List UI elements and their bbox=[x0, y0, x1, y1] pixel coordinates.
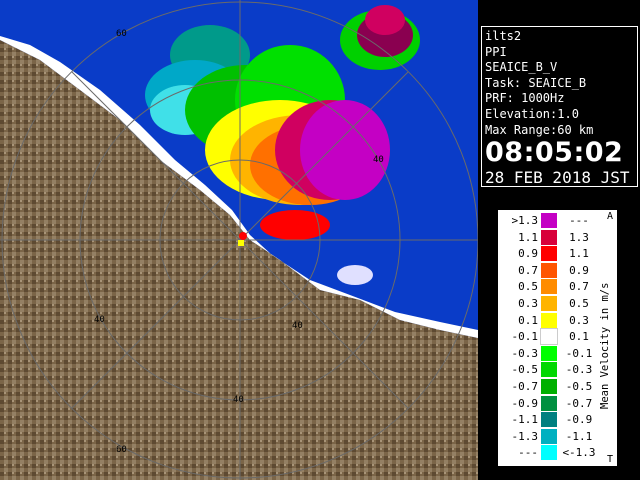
legend-row: >1.3 --- bbox=[499, 213, 616, 228]
radar-ppi-display: 60 40 40 40 40 60 bbox=[0, 0, 478, 480]
range-label: 40 bbox=[292, 321, 303, 331]
legend-lower-value: 1.1 bbox=[518, 230, 538, 244]
legend-color-swatch bbox=[541, 445, 557, 461]
legend-upper-value: -0.1 bbox=[565, 346, 593, 360]
legend-lower-value: -0.7 bbox=[511, 380, 539, 393]
legend-color-swatch bbox=[541, 412, 557, 428]
legend-row: -1.3 -1.1 bbox=[499, 428, 616, 444]
legend-row: -1.1 -0.9 bbox=[499, 412, 616, 428]
range-label: 60 bbox=[116, 445, 127, 455]
prf-value: PRF: 1000Hz bbox=[485, 91, 565, 106]
legend-color-swatch bbox=[541, 246, 557, 262]
range-label: 40 bbox=[94, 315, 105, 325]
legend-lower-value: -1.3 bbox=[511, 429, 539, 443]
legend-title: Mean Velocity in m/s bbox=[599, 283, 611, 409]
range-label: 40 bbox=[373, 155, 384, 165]
legend-upper-value: -0.5 bbox=[565, 380, 593, 393]
legend-lower-value: 0.5 bbox=[518, 280, 538, 294]
legend-upper-value: 0.7 bbox=[569, 280, 589, 294]
legend-color-swatch bbox=[540, 328, 558, 346]
legend-upper-value: 0.5 bbox=[569, 297, 589, 310]
legend-lower-value: 0.7 bbox=[518, 263, 538, 277]
legend-color-swatch bbox=[541, 262, 557, 278]
legend-upper-value: 1.1 bbox=[569, 247, 589, 261]
legend-color-swatch bbox=[541, 296, 557, 311]
max-range-value: Max Range:60 km bbox=[485, 122, 594, 137]
legend-color-swatch bbox=[541, 345, 557, 361]
range-label: 60 bbox=[116, 29, 127, 39]
legend-color-swatch bbox=[541, 229, 557, 245]
legend-color-swatch bbox=[541, 362, 557, 378]
product-info-panel: ilts2 PPI SEAICE_B_V Task: SEAICE_B PRF:… bbox=[481, 26, 638, 187]
legend-lower-value: --- bbox=[518, 446, 538, 460]
legend-lower-value: -0.5 bbox=[511, 363, 539, 377]
legend-upper-value: 0.1 bbox=[569, 330, 589, 344]
velocity-legend: >1.3 --- 1.1 1.3 0.9 1.1 0.7 0.9 0.5 0.7 0.3 0.5 0.1… bbox=[498, 210, 617, 466]
legend-top-mark: A bbox=[606, 211, 613, 222]
scan-date: 28 FEB 2018 JST bbox=[485, 168, 630, 188]
legend-upper-value: -1.1 bbox=[565, 429, 593, 443]
legend-row: 1.1 1.3 bbox=[499, 229, 616, 245]
legend-bottom-mark: T bbox=[606, 454, 613, 465]
legend-color-swatch bbox=[541, 379, 557, 394]
svg-text:Mean Velocity in m/s: Mean Velocity in m/s bbox=[599, 283, 611, 409]
site-name: ilts2 bbox=[485, 29, 522, 43]
legend-color-swatch bbox=[541, 395, 557, 411]
legend-lower-value: -0.1 bbox=[511, 330, 539, 344]
legend-row: --- <-1.3 bbox=[499, 445, 616, 461]
elevation-value: Elevation:1.0 bbox=[485, 106, 579, 121]
legend-lower-value: >1.3 bbox=[511, 214, 539, 227]
legend-upper-value: <-1.3 bbox=[562, 446, 596, 460]
legend-lower-value: 0.3 bbox=[518, 297, 538, 310]
legend-upper-value: 0.9 bbox=[569, 263, 589, 277]
legend-lower-value: -0.9 bbox=[511, 396, 539, 410]
legend-color-swatch bbox=[541, 213, 557, 228]
legend-upper-value: -0.7 bbox=[565, 396, 593, 410]
range-label: 40 bbox=[233, 395, 244, 405]
legend-upper-value: 0.3 bbox=[569, 313, 589, 327]
legend-upper-value: -0.9 bbox=[565, 413, 593, 427]
legend-upper-value: --- bbox=[569, 214, 589, 227]
product-name: SEAICE_B_V bbox=[485, 60, 558, 75]
legend-lower-value: 0.9 bbox=[518, 247, 538, 261]
legend-color-swatch bbox=[541, 312, 557, 328]
scan-time: 08:05:02 bbox=[485, 137, 624, 169]
legend-upper-value: 1.3 bbox=[569, 230, 589, 244]
legend-lower-value: 0.1 bbox=[518, 313, 538, 327]
task-name: Task: SEAICE_B bbox=[485, 75, 587, 90]
legend-upper-value: -0.3 bbox=[565, 363, 593, 377]
legend-lower-value: -0.3 bbox=[511, 346, 539, 360]
legend-lower-value: -1.1 bbox=[511, 413, 539, 427]
product-type: PPI bbox=[485, 44, 507, 59]
legend-color-swatch bbox=[541, 279, 557, 295]
legend-color-swatch bbox=[541, 428, 557, 444]
legend-row: 0.9 1.1 bbox=[499, 246, 616, 262]
